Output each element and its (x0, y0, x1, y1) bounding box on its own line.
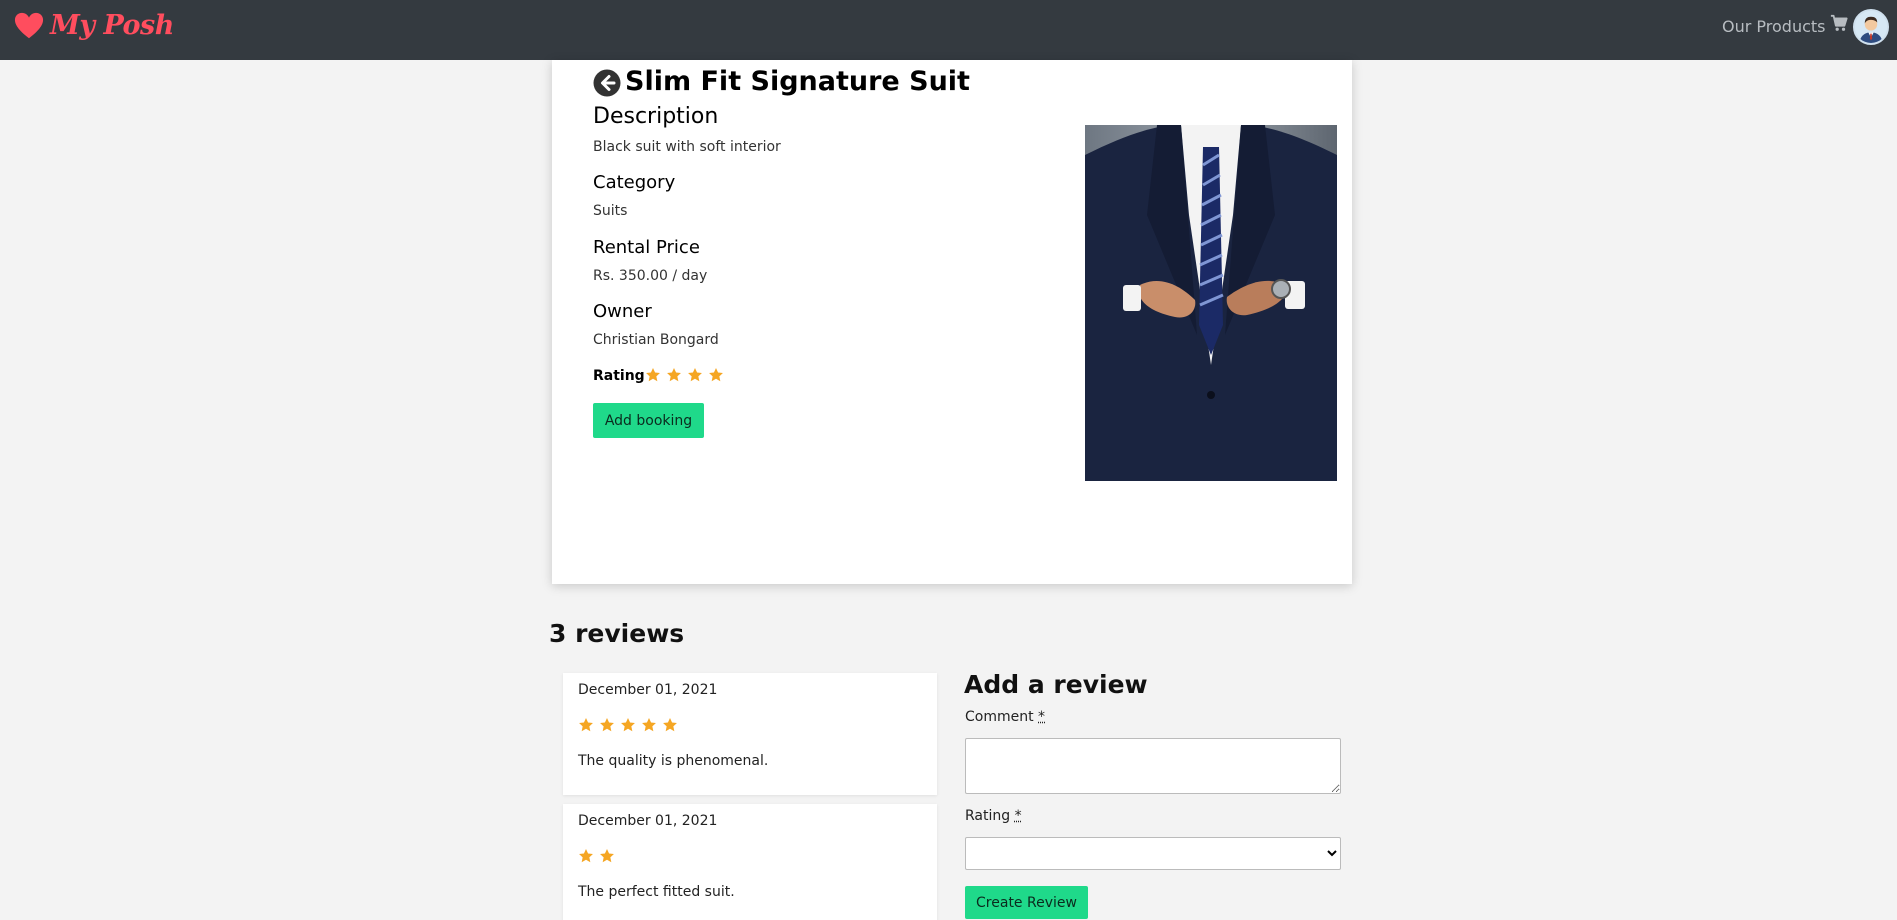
rating-label-text: Rating (965, 808, 1011, 824)
review-text: The quality is phenomenal. (578, 753, 769, 769)
comment-label: Comment * (965, 709, 1045, 725)
category-value: Suits (593, 203, 628, 219)
star-icon (621, 718, 635, 732)
star-icon (600, 718, 614, 732)
star-icon (688, 368, 702, 382)
user-avatar[interactable] (1853, 9, 1889, 45)
star-icon (642, 718, 656, 732)
product-title: Slim Fit Signature Suit (625, 66, 970, 97)
reviews-count: 3 reviews (549, 619, 685, 648)
add-booking-button[interactable]: Add booking (593, 403, 704, 438)
heart-icon (14, 12, 44, 38)
review-date: December 01, 2021 (578, 682, 718, 698)
brand-name: My Posh (50, 10, 174, 41)
required-mark: * (1038, 709, 1046, 725)
rating-label: Rating * (965, 808, 1022, 824)
add-review-title: Add a review (964, 670, 1148, 699)
product-card: Slim Fit Signature Suit Description Blac… (552, 60, 1352, 584)
brand-link[interactable]: My Posh (14, 10, 174, 41)
star-icon (667, 368, 681, 382)
star-icon (709, 368, 723, 382)
rental-price-heading: Rental Price (593, 237, 700, 258)
product-rating-stars (645, 367, 724, 383)
review-rating-stars (578, 848, 615, 864)
review-date: December 01, 2021 (578, 813, 718, 829)
review-rating-stars (578, 717, 678, 733)
review-text: The perfect fitted suit. (578, 884, 735, 900)
rating-label: Rating (593, 368, 645, 384)
star-icon (579, 718, 593, 732)
suit-photo-image (1085, 125, 1337, 481)
review-card: December 01, 2021 The perfect fitted sui… (563, 804, 937, 920)
owner-heading: Owner (593, 301, 652, 322)
comment-textarea[interactable] (965, 738, 1341, 794)
star-icon (663, 718, 677, 732)
comment-label-text: Comment (965, 709, 1034, 725)
navbar: My Posh Our Products (0, 0, 1897, 60)
user-icon (1855, 11, 1887, 43)
star-icon (646, 368, 660, 382)
star-icon (600, 849, 614, 863)
description-heading: Description (593, 104, 719, 129)
owner-value: Christian Bongard (593, 332, 719, 348)
create-review-button[interactable]: Create Review (965, 886, 1088, 919)
back-arrow-icon[interactable] (593, 69, 621, 97)
rental-price-value: Rs. 350.00 / day (593, 268, 708, 284)
description-value: Black suit with soft interior (593, 139, 781, 155)
cart-icon[interactable] (1830, 14, 1848, 32)
nav-link-our-products[interactable]: Our Products (1722, 17, 1825, 36)
rating-select[interactable] (965, 837, 1341, 870)
category-heading: Category (593, 172, 676, 193)
star-icon (579, 849, 593, 863)
review-card: December 01, 2021 The quality is phenome… (563, 673, 937, 795)
required-mark: * (1014, 808, 1022, 824)
product-image (1085, 125, 1337, 481)
